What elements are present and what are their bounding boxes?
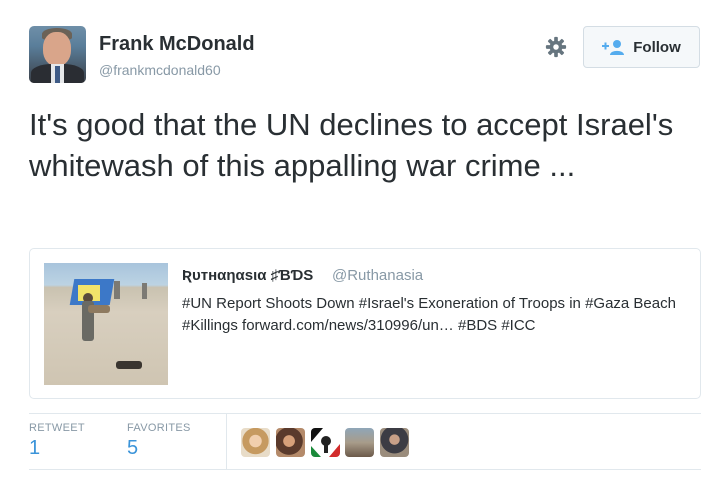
follow-button[interactable]: Follow — [583, 26, 700, 68]
author-name[interactable]: Frank McDonald — [99, 33, 255, 56]
quoted-tweet-text: #UN Report Shoots Down #Israel's Exonera… — [182, 295, 676, 334]
author-avatar[interactable] — [29, 26, 86, 83]
image-ground-figure — [116, 361, 142, 369]
image-background-figure — [142, 283, 147, 299]
quoted-author-handle[interactable]: @Ruthanasia — [332, 267, 423, 284]
quoted-tweet-image[interactable] — [44, 263, 168, 385]
author-handle[interactable]: @frankmcdonald60 — [99, 62, 221, 78]
gear-icon[interactable] — [545, 36, 567, 58]
avatar-face — [43, 32, 71, 66]
favoriter-avatar[interactable] — [276, 428, 305, 457]
quoted-tweet-card[interactable]: Ʀυтнαηαѕια ♯ƁƊS @Ruthanasia #UN Report S… — [29, 248, 701, 399]
favorites-label: FAVORITES — [127, 422, 191, 434]
favoriter-avatar[interactable] — [241, 428, 270, 457]
add-user-icon — [602, 40, 625, 55]
retweet-label: RETWEET — [29, 422, 85, 434]
favorites-count[interactable]: 5 — [127, 437, 138, 460]
quoted-author-name[interactable]: Ʀυтнαηαѕια ♯ƁƊS — [182, 267, 313, 284]
stats-divider-bottom — [29, 469, 701, 470]
tweet-text: It's good that the UN declines to accept… — [29, 107, 674, 183]
favoriter-avatar[interactable] — [311, 428, 340, 457]
favoriter-avatar[interactable] — [345, 428, 374, 457]
stats-separator — [226, 413, 227, 469]
image-background-figure — [114, 281, 120, 299]
avatar-tie — [55, 66, 60, 83]
follow-label: Follow — [633, 38, 681, 56]
stats-divider-top — [29, 413, 701, 414]
image-carried-figure — [88, 305, 110, 313]
retweet-count[interactable]: 1 — [29, 437, 40, 460]
favoriter-avatar[interactable] — [380, 428, 409, 457]
flag-logo-icon — [311, 428, 340, 457]
